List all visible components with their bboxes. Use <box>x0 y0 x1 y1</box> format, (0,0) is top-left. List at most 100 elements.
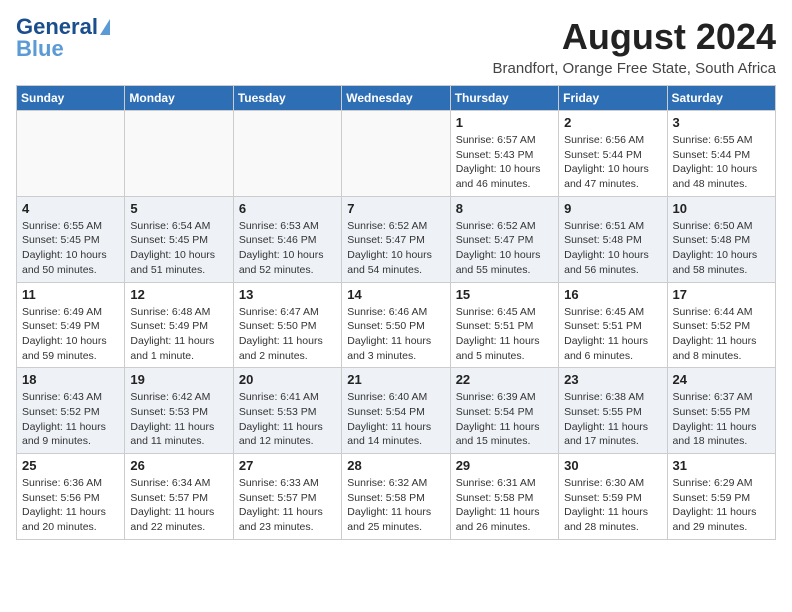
day-number: 21 <box>347 372 444 387</box>
title-block: August 2024 Brandfort, Orange Free State… <box>493 16 776 77</box>
day-info: Sunrise: 6:29 AM Sunset: 5:59 PM Dayligh… <box>673 476 770 535</box>
logo-text-general: General <box>16 16 98 38</box>
table-cell: 13 Sunrise: 6:47 AM Sunset: 5:50 PM Dayli… <box>233 282 341 368</box>
day-number: 18 <box>22 372 119 387</box>
table-cell: 20 Sunrise: 6:41 AM Sunset: 5:53 PM Dayli… <box>233 368 341 454</box>
day-number: 31 <box>673 458 770 473</box>
day-number: 1 <box>456 115 553 130</box>
day-info: Sunrise: 6:46 AM Sunset: 5:50 PM Dayligh… <box>347 305 444 364</box>
table-cell: 26Sunrise: 6:34 AM Sunset: 5:57 PM Dayli… <box>125 454 233 540</box>
table-cell: 11 Sunrise: 6:49 AM Sunset: 5:49 PM Dayli… <box>17 282 125 368</box>
table-cell: 2 Sunrise: 6:56 AM Sunset: 5:44 PM Daylig… <box>559 111 667 197</box>
day-number: 2 <box>564 115 661 130</box>
day-number: 20 <box>239 372 336 387</box>
day-info: Sunrise: 6:31 AM Sunset: 5:58 PM Dayligh… <box>456 476 553 535</box>
table-cell: 22 Sunrise: 6:39 AM Sunset: 5:54 PM Dayli… <box>450 368 558 454</box>
day-info: Sunrise: 6:37 AM Sunset: 5:55 PM Dayligh… <box>673 390 770 449</box>
day-info: Sunrise: 6:54 AM Sunset: 5:45 PM Dayligh… <box>130 219 227 278</box>
day-info: Sunrise: 6:32 AM Sunset: 5:58 PM Dayligh… <box>347 476 444 535</box>
day-info: Sunrise: 6:30 AM Sunset: 5:59 PM Dayligh… <box>564 476 661 535</box>
day-info: Sunrise: 6:57 AM Sunset: 5:43 PM Dayligh… <box>456 133 553 192</box>
day-info: Sunrise: 6:40 AM Sunset: 5:54 PM Dayligh… <box>347 390 444 449</box>
header-friday: Friday <box>559 86 667 111</box>
table-cell: 18Sunrise: 6:43 AM Sunset: 5:52 PM Dayli… <box>17 368 125 454</box>
day-info: Sunrise: 6:56 AM Sunset: 5:44 PM Dayligh… <box>564 133 661 192</box>
day-number: 8 <box>456 201 553 216</box>
day-info: Sunrise: 6:33 AM Sunset: 5:57 PM Dayligh… <box>239 476 336 535</box>
table-cell: 30 Sunrise: 6:30 AM Sunset: 5:59 PM Dayli… <box>559 454 667 540</box>
day-number: 7 <box>347 201 444 216</box>
day-number: 13 <box>239 287 336 302</box>
logo: General Blue <box>16 16 110 60</box>
day-number: 4 <box>22 201 119 216</box>
table-cell: 21 Sunrise: 6:40 AM Sunset: 5:54 PM Dayli… <box>342 368 450 454</box>
day-number: 12 <box>130 287 227 302</box>
day-number: 30 <box>564 458 661 473</box>
header-wednesday: Wednesday <box>342 86 450 111</box>
table-cell: 31 Sunrise: 6:29 AM Sunset: 5:59 PM Dayli… <box>667 454 775 540</box>
header-thursday: Thursday <box>450 86 558 111</box>
day-number: 19 <box>130 372 227 387</box>
day-info: Sunrise: 6:51 AM Sunset: 5:48 PM Dayligh… <box>564 219 661 278</box>
table-cell <box>233 111 341 197</box>
day-info: Sunrise: 6:45 AM Sunset: 5:51 PM Dayligh… <box>564 305 661 364</box>
logo-triangle-icon <box>100 19 110 35</box>
table-cell: 24 Sunrise: 6:37 AM Sunset: 5:55 PM Dayli… <box>667 368 775 454</box>
day-info: Sunrise: 6:41 AM Sunset: 5:53 PM Dayligh… <box>239 390 336 449</box>
table-cell: 28 Sunrise: 6:32 AM Sunset: 5:58 PM Dayli… <box>342 454 450 540</box>
day-number: 6 <box>239 201 336 216</box>
day-number: 15 <box>456 287 553 302</box>
table-cell: 4 Sunrise: 6:55 AM Sunset: 5:45 PM Daylig… <box>17 196 125 282</box>
table-cell: 29 Sunrise: 6:31 AM Sunset: 5:58 PM Dayli… <box>450 454 558 540</box>
table-cell: 23 Sunrise: 6:38 AM Sunset: 5:55 PM Dayli… <box>559 368 667 454</box>
day-number: 27 <box>239 458 336 473</box>
day-number: 3 <box>673 115 770 130</box>
day-number: 25 <box>22 458 119 473</box>
day-info: Sunrise: 6:55 AM Sunset: 5:44 PM Dayligh… <box>673 133 770 192</box>
day-number: 24 <box>673 372 770 387</box>
day-number: 11 <box>22 287 119 302</box>
table-cell: 16Sunrise: 6:45 AM Sunset: 5:51 PM Dayli… <box>559 282 667 368</box>
day-info: Sunrise: 6:45 AM Sunset: 5:51 PM Dayligh… <box>456 305 553 364</box>
table-cell: 14Sunrise: 6:46 AM Sunset: 5:50 PM Dayli… <box>342 282 450 368</box>
calendar-table: Sunday Monday Tuesday Wednesday Thursday… <box>16 85 776 540</box>
day-info: Sunrise: 6:44 AM Sunset: 5:52 PM Dayligh… <box>673 305 770 364</box>
day-number: 17 <box>673 287 770 302</box>
header-sunday: Sunday <box>17 86 125 111</box>
day-info: Sunrise: 6:52 AM Sunset: 5:47 PM Dayligh… <box>456 219 553 278</box>
table-cell: 12 Sunrise: 6:48 AM Sunset: 5:49 PM Dayli… <box>125 282 233 368</box>
header-tuesday: Tuesday <box>233 86 341 111</box>
day-info: Sunrise: 6:52 AM Sunset: 5:47 PM Dayligh… <box>347 219 444 278</box>
table-cell: 6 Sunrise: 6:53 AM Sunset: 5:46 PM Daylig… <box>233 196 341 282</box>
table-cell: 19 Sunrise: 6:42 AM Sunset: 5:53 PM Dayli… <box>125 368 233 454</box>
page-header: General Blue August 2024 Brandfort, Oran… <box>16 16 776 77</box>
day-number: 28 <box>347 458 444 473</box>
day-number: 29 <box>456 458 553 473</box>
week-row-1: 1 Sunrise: 6:57 AM Sunset: 5:43 PM Daylig… <box>17 111 776 197</box>
table-cell <box>125 111 233 197</box>
table-cell: 15 Sunrise: 6:45 AM Sunset: 5:51 PM Dayli… <box>450 282 558 368</box>
table-cell: 27 Sunrise: 6:33 AM Sunset: 5:57 PM Dayli… <box>233 454 341 540</box>
header-monday: Monday <box>125 86 233 111</box>
table-cell: 9 Sunrise: 6:51 AM Sunset: 5:48 PM Daylig… <box>559 196 667 282</box>
day-info: Sunrise: 6:39 AM Sunset: 5:54 PM Dayligh… <box>456 390 553 449</box>
day-info: Sunrise: 6:53 AM Sunset: 5:46 PM Dayligh… <box>239 219 336 278</box>
logo-text-blue: Blue <box>16 38 64 60</box>
day-number: 9 <box>564 201 661 216</box>
day-number: 23 <box>564 372 661 387</box>
day-info: Sunrise: 6:38 AM Sunset: 5:55 PM Dayligh… <box>564 390 661 449</box>
day-info: Sunrise: 6:34 AM Sunset: 5:57 PM Dayligh… <box>130 476 227 535</box>
table-cell: 17 Sunrise: 6:44 AM Sunset: 5:52 PM Dayli… <box>667 282 775 368</box>
day-info: Sunrise: 6:48 AM Sunset: 5:49 PM Dayligh… <box>130 305 227 364</box>
week-row-2: 4 Sunrise: 6:55 AM Sunset: 5:45 PM Daylig… <box>17 196 776 282</box>
day-info: Sunrise: 6:49 AM Sunset: 5:49 PM Dayligh… <box>22 305 119 364</box>
day-info: Sunrise: 6:47 AM Sunset: 5:50 PM Dayligh… <box>239 305 336 364</box>
table-cell: 3 Sunrise: 6:55 AM Sunset: 5:44 PM Daylig… <box>667 111 775 197</box>
day-info: Sunrise: 6:42 AM Sunset: 5:53 PM Dayligh… <box>130 390 227 449</box>
day-number: 22 <box>456 372 553 387</box>
table-cell <box>342 111 450 197</box>
day-info: Sunrise: 6:55 AM Sunset: 5:45 PM Dayligh… <box>22 219 119 278</box>
main-title: August 2024 <box>493 16 776 58</box>
header-saturday: Saturday <box>667 86 775 111</box>
day-info: Sunrise: 6:36 AM Sunset: 5:56 PM Dayligh… <box>22 476 119 535</box>
